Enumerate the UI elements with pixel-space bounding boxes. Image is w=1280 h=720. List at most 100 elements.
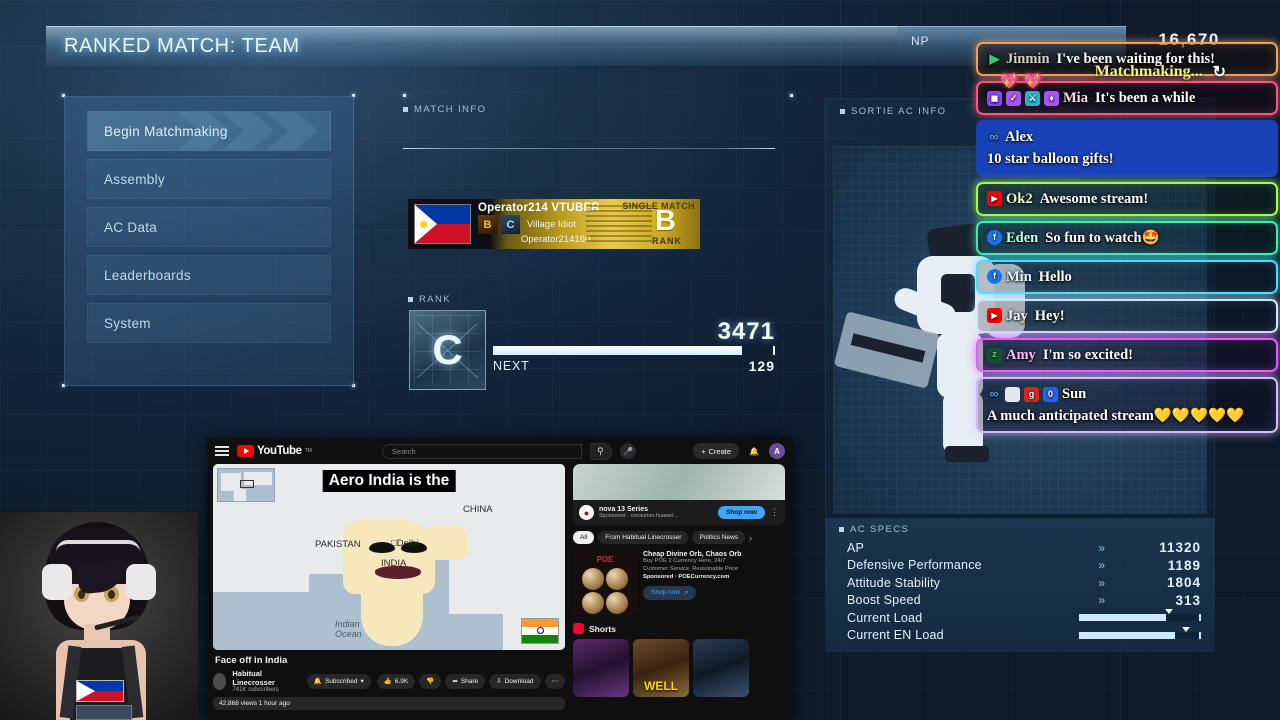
sortie-header: SORTIE AC INFO [840, 106, 946, 117]
channel-name[interactable]: Habitual Linecrosser [232, 669, 290, 687]
rank-progress-wrap [493, 346, 775, 355]
menu-item-system[interactable]: System [87, 303, 331, 343]
chat-username: Amy [1006, 347, 1036, 363]
zeta-icon: z [987, 347, 1002, 363]
sidebar-ad-card-2[interactable]: POE Cheap Divine Orb, Chaos Orb Buy POE … [573, 551, 785, 615]
spec-name: Current EN Load [847, 628, 944, 643]
thumbs-down-icon: 👎 [426, 678, 435, 685]
current-load-gauge [1079, 609, 1201, 622]
more-options-icon[interactable]: ⋯ [544, 673, 565, 689]
chat-text: Awesome stream! [1039, 190, 1149, 207]
operator-card[interactable]: Operator214 VTUBER B C Village Idiot Ope… [408, 199, 700, 249]
notifications-bell-icon[interactable]: 🔔 [746, 443, 762, 459]
operator-id: Operator214160 [521, 234, 591, 245]
operator-name: Operator214 VTUBER [478, 202, 600, 214]
like-button[interactable]: 👍 6.9K [376, 673, 416, 689]
microphone-icon[interactable]: 🎤 [619, 443, 636, 459]
thumbs-up-icon: 👍 [383, 678, 392, 685]
short-thumbnail[interactable] [693, 639, 749, 697]
operator-subtitle: Village Idiot [527, 219, 576, 230]
more-options-icon[interactable]: ⋮ [770, 507, 779, 518]
shorts-header: Shorts [573, 623, 785, 634]
download-icon: ⇩ [496, 678, 502, 685]
create-label: Create [708, 446, 731, 456]
spec-value: 1804 [1166, 575, 1201, 591]
chip-politics-news[interactable]: Politics News [692, 531, 746, 544]
shorts-icon [573, 623, 584, 634]
avatar[interactable]: A [769, 443, 785, 459]
create-button[interactable]: + Create [693, 443, 739, 459]
square-bullet-icon [403, 107, 408, 112]
heart-reactions: 💖 💖 [1000, 72, 1042, 90]
philippines-flag-patch-icon [76, 680, 124, 702]
external-link-icon: ↗ [682, 589, 689, 597]
hamburger-menu-icon[interactable] [215, 446, 229, 456]
video-stats[interactable]: 42,868 views 1 hour ago [213, 697, 565, 710]
menu-item-assembly[interactable]: Assembly [87, 159, 331, 199]
infinity-icon: ∞ [989, 129, 999, 145]
rank-header: RANK [408, 294, 451, 305]
name-plate [76, 705, 132, 720]
current-en-load-gauge [1079, 626, 1201, 639]
chat-text: A much anticipated stream💛💛💛💛💛 [987, 408, 1245, 425]
youtube-body: Aero India is the CHINA PAKISTAN □Delhi … [207, 464, 793, 710]
shorts-row: WELL [573, 639, 785, 697]
square-bullet-icon [839, 527, 844, 532]
video-actions: 👍 6.9K 👎 ➦ Share ⇩ Download ⋯ [376, 673, 565, 689]
facebook-icon: f [987, 230, 1002, 246]
short-thumbnail[interactable]: WELL [633, 639, 689, 697]
short-caption: WELL [644, 679, 678, 693]
red-badge-icon: g [1024, 386, 1039, 402]
search-input[interactable]: Search [381, 443, 582, 459]
subscriber-count: 741K subscribers [232, 687, 279, 693]
chat-username: Min [1006, 268, 1032, 285]
chevron-right-icon[interactable]: › [749, 533, 752, 543]
chat-message: ▶ Ok2 Awesome stream! [976, 181, 1278, 216]
search-icon: ⚲ [597, 445, 604, 456]
chip-from-channel[interactable]: From Habitual Linecrosser [598, 531, 689, 544]
share-icon: ➦ [452, 678, 458, 685]
map-india-shape [423, 526, 467, 560]
ad-sponsor: Sponsored · POECurrency.com [643, 573, 730, 580]
youtube-icon: ▶ [987, 308, 1002, 324]
short-thumbnail[interactable] [573, 639, 629, 697]
chat-username: Mia [1063, 90, 1088, 107]
chat-text: Hey! [1034, 307, 1065, 324]
play-icon: ▶ [989, 50, 1000, 66]
facebook-icon: f [987, 269, 1002, 285]
search-placeholder: Search [391, 446, 416, 456]
share-button[interactable]: ➦ Share [445, 673, 486, 689]
search-button[interactable]: ⚲ [589, 442, 612, 460]
youtube-logo[interactable]: YouTube TM [237, 445, 312, 457]
rank-section-label: RANK [419, 294, 451, 305]
spec-row: Attitude Stability » 1804 [825, 574, 1215, 592]
square-bullet-icon [840, 109, 845, 114]
chip-all[interactable]: All [573, 531, 595, 544]
shop-now-button[interactable]: Shop now [717, 506, 765, 519]
ad-thumbnail: POE [573, 551, 637, 615]
loading-spinner-icon: ↻ [1212, 64, 1226, 81]
shop-now-button-2[interactable]: Shop now ↗ [643, 585, 697, 600]
dislike-button[interactable]: 👎 [419, 673, 442, 689]
sidebar-ad-card[interactable]: ● nova 13 Series Sponsored · consumer.hu… [573, 464, 785, 525]
match-info-label: MATCH INFO [414, 104, 487, 115]
menu-item-begin-matchmaking[interactable]: Begin Matchmaking [87, 111, 331, 151]
youtube-window[interactable]: YouTube TM Search ⚲ 🎤 + Create 🔔 A Aero … [207, 438, 793, 720]
channel-avatar[interactable] [213, 672, 227, 690]
ad-title: Cheap Divine Orb, Chaos Orb [643, 551, 742, 558]
spec-value: 11320 [1159, 540, 1201, 556]
menu-item-label: Leaderboards [104, 267, 191, 283]
ad-meta: Cheap Divine Orb, Chaos Orb Buy POE 2 Cu… [643, 551, 785, 615]
rank-points: 3471 [717, 318, 775, 345]
spec-row: AP » 11320 [825, 539, 1215, 557]
download-button[interactable]: ⇩ Download [489, 673, 541, 689]
operator-rank-row: B C Village Idiot [478, 215, 580, 234]
poe-logo-text: POE [596, 555, 614, 564]
menu-item-ac-data[interactable]: AC Data [87, 207, 331, 247]
channel-meta: Habitual Linecrosser 741K subscribers [232, 669, 290, 693]
chat-text: So fun to watch🤩 [1045, 229, 1160, 246]
video-player[interactable]: Aero India is the CHINA PAKISTAN □Delhi … [213, 464, 565, 650]
corner-marker [403, 94, 406, 97]
subscribe-button[interactable]: 🔔 Subscribed ▾ [306, 673, 371, 689]
menu-item-leaderboards[interactable]: Leaderboards [87, 255, 331, 295]
